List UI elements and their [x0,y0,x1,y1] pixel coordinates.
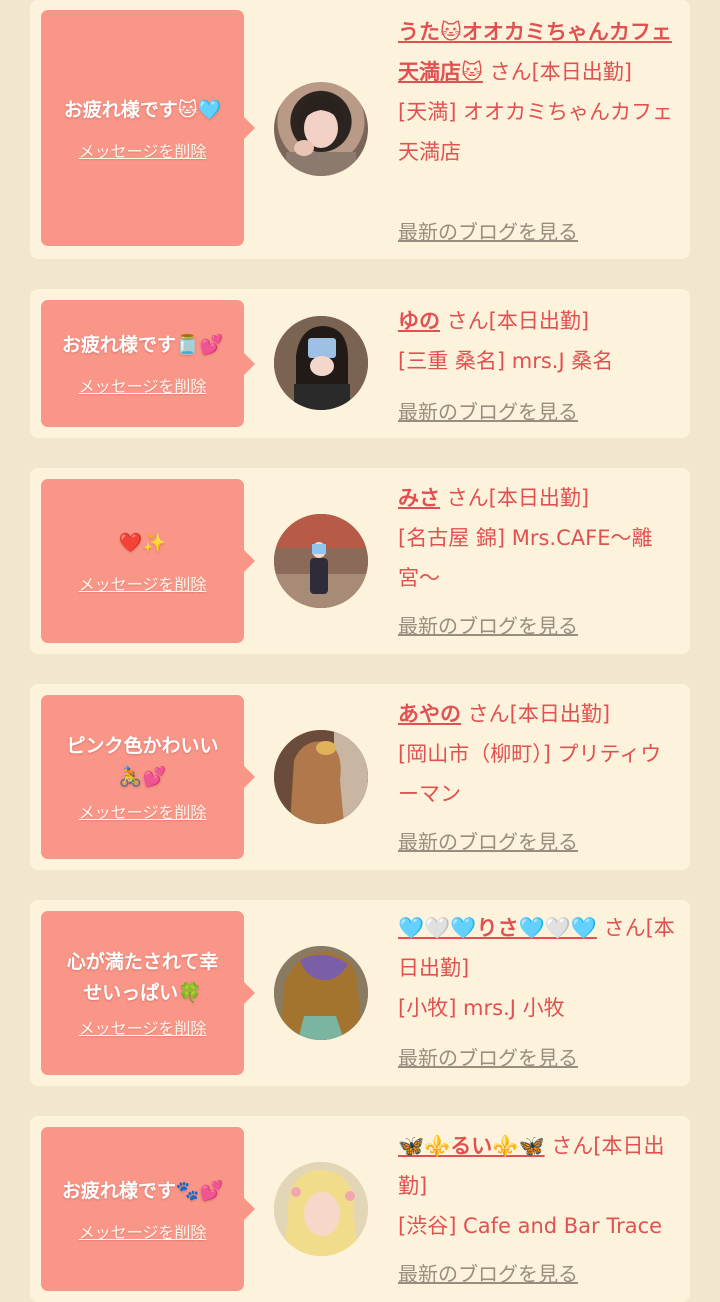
latest-blog-link[interactable]: 最新のブログを見る [398,1042,578,1071]
message-card-uta: お疲れ様です🐱🩵 メッセージを削除 うた🐱オオカミちゃんカフェ天満店🐱 さん[本… [30,0,690,259]
shop-text: [小牧] mrs.J 小牧 [398,996,565,1020]
message-card-risa: 心が満たされて幸 せいっぱい🍀 メッセージを削除 🩵🤍🩵りさ🩵🤍🩵 さん[本日出… [30,900,690,1086]
girl-info: ゆの さん[本日出勤] [三重 桑名] mrs.J 桑名 [398,301,682,381]
message-text: お疲れ様です🐱🩵 [63,98,222,121]
girl-name-link[interactable]: みさ [398,486,440,510]
girl-name-link[interactable]: 🩵🤍🩵りさ🩵🤍🩵 [398,916,597,940]
status-text: さん[本日出勤] [461,702,611,726]
shop-text: [岡山市（柳町）] プリティウーマン [398,742,662,806]
status-text: さん[本日出勤] [482,60,632,84]
shop-text: [渋谷] Cafe and Bar Trace [398,1214,663,1238]
message-text: お疲れ様です🫙💕 [61,334,224,356]
girl-name-link[interactable]: ゆの [398,309,440,333]
message-text: ❤️✨ [118,531,167,554]
latest-blog-link[interactable]: 最新のブログを見る [398,610,578,639]
girl-info: みさ さん[本日出勤] [名古屋 錦] Mrs.CAFE〜離宮〜 [398,478,682,598]
latest-blog-link[interactable]: 最新のブログを見る [398,396,578,425]
message-text: ピンク色かわいい [66,735,219,757]
avatar-photo-icon [274,514,368,608]
delete-message-link[interactable]: メッセージを削除 [79,1015,207,1039]
avatar[interactable] [274,946,368,1040]
avatar[interactable] [274,82,368,176]
message-bubble: お疲れ様です🐱🩵 メッセージを削除 [41,10,255,246]
shop-text: [天満] オオカミちゃんカフェ天満店 [398,100,674,164]
girl-info: うた🐱オオカミちゃんカフェ天満店🐱 さん[本日出勤] [天満] オオカミちゃんカ… [398,12,682,172]
girl-info: 🦋⚜️るい⚜️🦋 さん[本日出勤] [渋谷] Cafe and Bar Trac… [398,1126,682,1246]
message-text: 心が満たされて幸 [66,951,219,973]
message-card-misa: ❤️✨ メッセージを削除 みさ さん[本日出勤] [名古屋 錦] Mrs.CAF… [30,468,690,654]
message-text-line2: せいっぱい🍀 [83,982,202,1004]
message-card-rui: お疲れ様です🐾💕 メッセージを削除 🦋⚜️るい⚜️🦋 さん[本日出勤] [渋谷]… [30,1116,690,1302]
latest-blog-link[interactable]: 最新のブログを見る [398,1258,578,1287]
girl-name-link[interactable]: あやの [398,702,461,726]
message-bubble: ❤️✨ メッセージを削除 [41,479,255,643]
delete-message-link[interactable]: メッセージを削除 [79,138,207,162]
avatar[interactable] [274,1162,368,1256]
latest-blog-link[interactable]: 最新のブログを見る [398,826,578,855]
girl-info: 🩵🤍🩵りさ🩵🤍🩵 さん[本日出勤] [小牧] mrs.J 小牧 [398,908,682,1028]
status-text: さん[本日出勤] [440,486,590,510]
message-text-line2: 🚴💕 [118,766,167,788]
girl-info: あやの さん[本日出勤] [岡山市（柳町）] プリティウーマン [398,694,682,814]
girl-name-link[interactable]: 🦋⚜️るい⚜️🦋 [398,1134,545,1158]
avatar[interactable] [274,514,368,608]
delete-message-link[interactable]: メッセージを削除 [79,571,207,595]
delete-message-link[interactable]: メッセージを削除 [79,1219,207,1243]
message-bubble: お疲れ様です🫙💕 メッセージを削除 [41,300,255,427]
latest-blog-link[interactable]: 最新のブログを見る [398,216,578,245]
avatar-photo-icon [274,1162,368,1256]
avatar[interactable] [274,316,368,410]
message-bubble: ピンク色かわいい 🚴💕 メッセージを削除 [41,695,255,859]
avatar[interactable] [274,730,368,824]
avatar-photo-icon [274,730,368,824]
delete-message-link[interactable]: メッセージを削除 [79,373,207,397]
message-card-yuno: お疲れ様です🫙💕 メッセージを削除 ゆの さん[本日出勤] [三重 桑名] mr… [30,289,690,438]
message-bubble: お疲れ様です🐾💕 メッセージを削除 [41,1127,255,1291]
message-text: お疲れ様です🐾💕 [61,1179,224,1202]
message-bubble: 心が満たされて幸 せいっぱい🍀 メッセージを削除 [41,911,255,1075]
message-card-ayano: ピンク色かわいい 🚴💕 メッセージを削除 あやの さん[本日出勤] [岡山市（柳… [30,684,690,870]
status-text: さん[本日出勤] [440,309,590,333]
shop-text: [名古屋 錦] Mrs.CAFE〜離宮〜 [398,526,653,590]
avatar-photo-icon [274,316,368,410]
avatar-photo-icon [286,96,356,176]
shop-text: [三重 桑名] mrs.J 桑名 [398,349,614,373]
delete-message-link[interactable]: メッセージを削除 [79,799,207,823]
avatar-photo-icon [274,946,368,1040]
